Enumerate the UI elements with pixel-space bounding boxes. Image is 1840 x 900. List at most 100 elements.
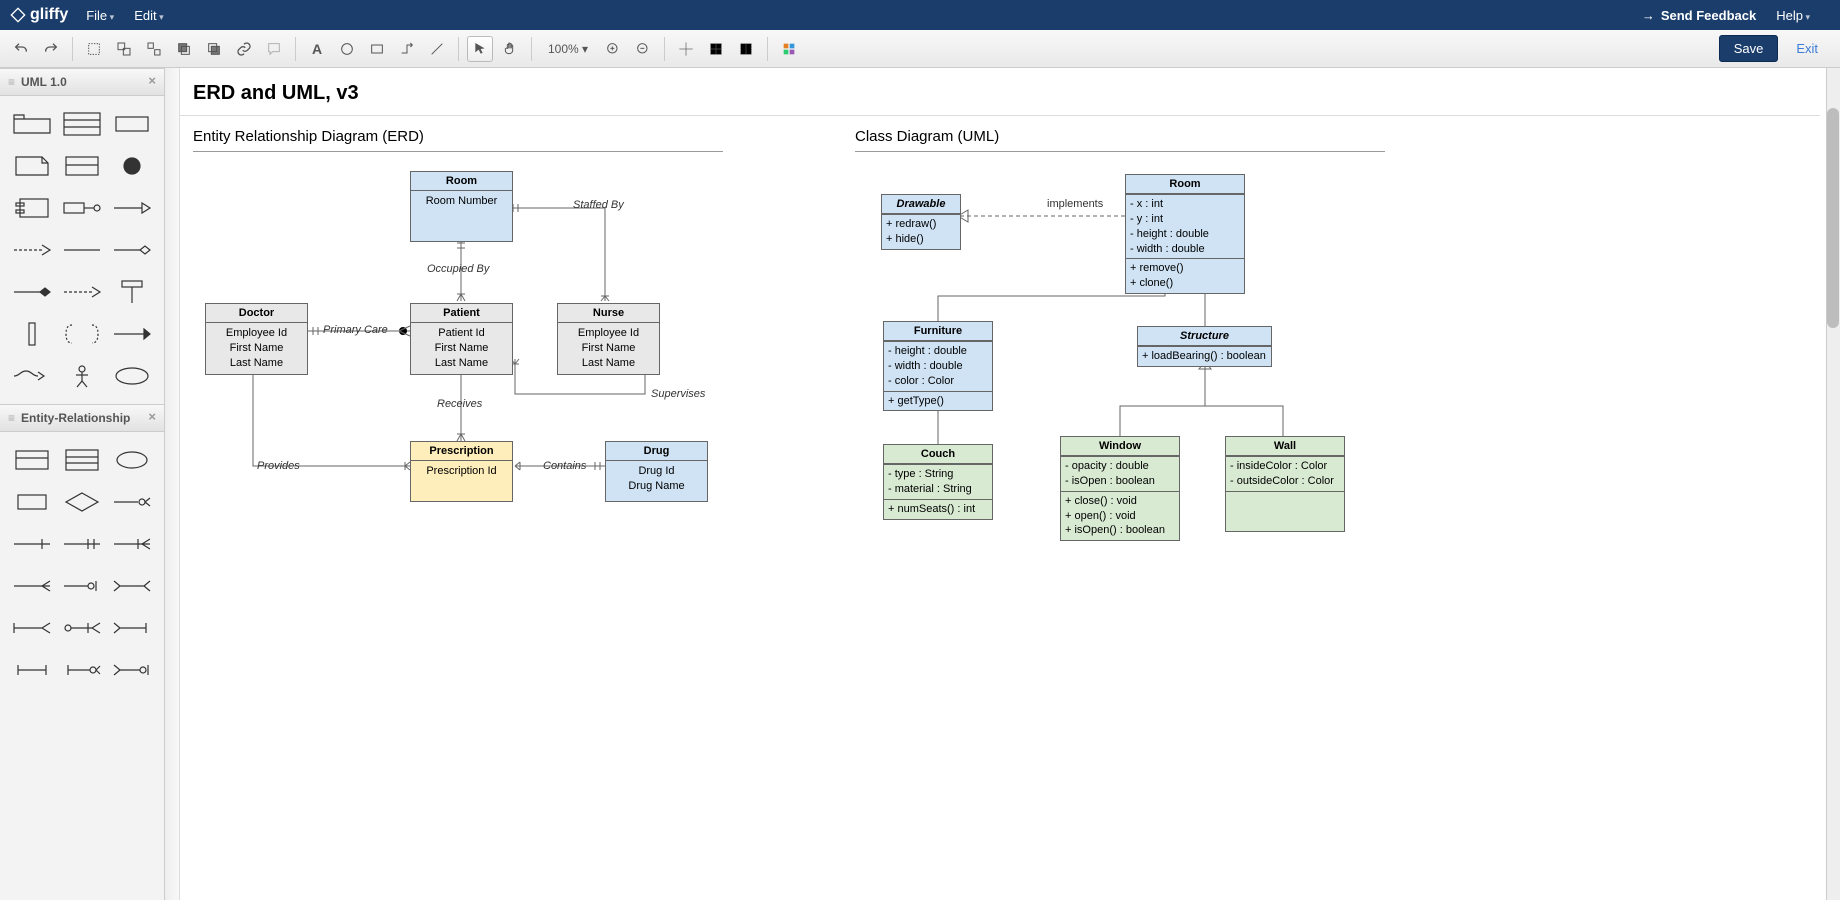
uml-association-line[interactable] [58, 230, 106, 270]
menu-file[interactable]: File [86, 8, 114, 23]
uml-return-arrow[interactable] [8, 356, 56, 396]
exit-link[interactable]: Exit [1796, 41, 1818, 56]
rel-label: Occupied By [427, 263, 489, 275]
uml-lifeline-shape[interactable] [108, 272, 156, 312]
scrollbar-thumb[interactable] [1827, 108, 1839, 328]
document-title[interactable]: ERD and UML, v3 [165, 68, 1820, 116]
panel-er[interactable]: ≡ Entity-Relationship × [0, 404, 164, 432]
er-many-line[interactable] [8, 566, 56, 606]
er-one-many-line[interactable] [108, 524, 156, 564]
uml-wall-class[interactable]: Wall - insideColor : Color - outsideColo… [1225, 436, 1345, 532]
er-shapes [0, 432, 164, 698]
send-back-button[interactable] [201, 36, 227, 62]
menu-edit[interactable]: Edit [134, 8, 163, 23]
pointer-tool[interactable] [467, 36, 493, 62]
uml-composition-arrow[interactable] [8, 272, 56, 312]
erd-room-entity[interactable]: Room Room Number [410, 171, 513, 242]
themes-button[interactable] [776, 36, 802, 62]
text-tool[interactable]: A [304, 36, 330, 62]
pan-tool[interactable] [497, 36, 523, 62]
uml-couch-class[interactable]: Couch - type : String - material : Strin… [883, 444, 993, 520]
uml-note-shape[interactable] [8, 146, 56, 186]
line-tool[interactable] [424, 36, 450, 62]
uml-usecase-shape[interactable] [108, 356, 156, 396]
grid-button[interactable] [703, 36, 729, 62]
uml-component-shape[interactable] [8, 188, 56, 228]
uml-aggregation-arrow[interactable] [108, 230, 156, 270]
uml-actor-shape[interactable] [58, 356, 106, 396]
uml-filled-circle-shape[interactable] [108, 146, 156, 186]
select-all-button[interactable] [81, 36, 107, 62]
group-button[interactable] [111, 36, 137, 62]
class-header: Room [1126, 175, 1244, 194]
erd-patient-entity[interactable]: Patient Patient Id First Name Last Name [410, 303, 513, 375]
uml-interface-shape[interactable] [58, 188, 106, 228]
uml-object-shape[interactable] [58, 146, 106, 186]
er-diamond-shape[interactable] [58, 482, 106, 522]
uml-drawable-class[interactable]: Drawable + redraw() + hide() [881, 194, 961, 250]
bring-front-button[interactable] [171, 36, 197, 62]
close-icon[interactable]: × [148, 409, 156, 424]
uml-class-shape[interactable] [58, 104, 106, 144]
erd-drug-entity[interactable]: Drug Drug Id Drug Name [605, 441, 708, 502]
uml-structure-class[interactable]: Structure + loadBearing() : boolean [1137, 326, 1272, 367]
link-button[interactable] [231, 36, 257, 62]
erd-doctor-entity[interactable]: Doctor Employee Id First Name Last Name [205, 303, 308, 375]
er-rect-shape[interactable] [8, 482, 56, 522]
circle-tool[interactable] [334, 36, 360, 62]
undo-button[interactable] [8, 36, 34, 62]
er-one-line[interactable] [8, 524, 56, 564]
erd-nurse-entity[interactable]: Nurse Employee Id First Name Last Name [557, 303, 660, 375]
zoom-in-button[interactable] [600, 36, 626, 62]
er-entity-shape[interactable] [8, 440, 56, 480]
uml-activation-shape[interactable] [8, 314, 56, 354]
rect-tool[interactable] [364, 36, 390, 62]
uml-realization-arrow[interactable] [58, 272, 106, 312]
er-one-many2-line[interactable] [8, 608, 56, 648]
er-zero-one-line[interactable] [58, 566, 106, 606]
snap-button[interactable] [673, 36, 699, 62]
er-one-zero-line[interactable] [58, 650, 106, 690]
uml-state-shape[interactable] [58, 314, 106, 354]
er-many-many-line[interactable] [108, 566, 156, 606]
er-one-one2-line[interactable] [8, 650, 56, 690]
menu-help[interactable]: Help [1776, 8, 1810, 23]
class-attrs: - height : double - width : double - col… [884, 341, 992, 391]
panel-uml-title: UML 1.0 [21, 75, 67, 89]
connector-tool[interactable] [394, 36, 420, 62]
entity-attrs: Patient Id First Name Last Name [411, 323, 512, 374]
er-zero-many2-line[interactable] [58, 608, 106, 648]
uml-room-class[interactable]: Room - x : int - y : int - height : doub… [1125, 174, 1245, 294]
save-button[interactable]: Save [1719, 35, 1779, 62]
er-ellipse-shape[interactable] [108, 440, 156, 480]
uml-furniture-class[interactable]: Furniture - height : double - width : do… [883, 321, 993, 411]
entity-header: Prescription [411, 442, 512, 461]
er-entity3-shape[interactable] [58, 440, 106, 480]
send-feedback-link[interactable]: → Send Feedback [1642, 8, 1756, 23]
uml-window-class[interactable]: Window - opacity : double - isOpen : boo… [1060, 436, 1180, 541]
uml-package-shape[interactable] [8, 104, 56, 144]
uml-dependency-arrow[interactable] [8, 230, 56, 270]
ungroup-button[interactable] [141, 36, 167, 62]
zoom-level[interactable]: 100% ▾ [540, 42, 596, 56]
er-zero-many-line[interactable] [108, 482, 156, 522]
entity-attrs: Employee Id First Name Last Name [206, 323, 307, 374]
panel-uml[interactable]: ≡ UML 1.0 × [0, 68, 164, 96]
erd-prescription-entity[interactable]: Prescription Prescription Id [410, 441, 513, 502]
class-attrs: - opacity : double - isOpen : boolean [1061, 456, 1179, 491]
zoom-out-button[interactable] [630, 36, 656, 62]
close-icon[interactable]: × [148, 73, 156, 88]
uml-generalization-arrow[interactable] [108, 188, 156, 228]
er-one-one-line[interactable] [58, 524, 106, 564]
panel-er-title: Entity-Relationship [21, 411, 130, 425]
comment-button[interactable] [261, 36, 287, 62]
redo-button[interactable] [38, 36, 64, 62]
vertical-scrollbar[interactable] [1826, 68, 1840, 900]
uml-arrow-shape[interactable] [108, 314, 156, 354]
rel-label: implements [1047, 198, 1103, 210]
guides-button[interactable] [733, 36, 759, 62]
er-many-one-line[interactable] [108, 608, 156, 648]
uml-rect-shape[interactable] [108, 104, 156, 144]
er-many-zero-line[interactable] [108, 650, 156, 690]
canvas[interactable]: ERD and UML, v3 Entity Relationship Diag… [165, 68, 1840, 900]
